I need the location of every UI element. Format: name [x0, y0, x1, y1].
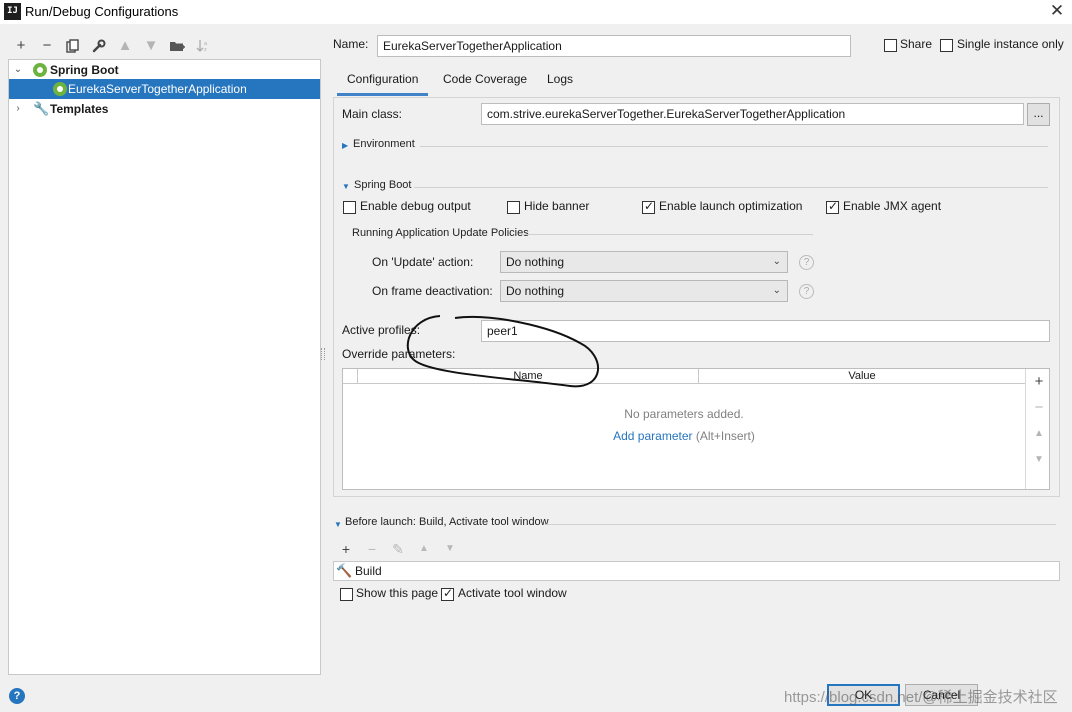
chevron-down-icon[interactable]: ⌄ — [12, 60, 24, 80]
tree-item-spring-boot[interactable]: ⌄ Spring Boot — [9, 60, 320, 80]
expand-right-icon[interactable]: ▶ — [342, 141, 348, 150]
table-corner — [343, 369, 358, 384]
sort-icon[interactable]: az — [193, 36, 213, 56]
environment-section[interactable]: Environment — [353, 138, 415, 150]
add-parameter-shortcut: (Alt+Insert) — [695, 429, 755, 443]
move-up-icon[interactable]: ▲ — [415, 540, 433, 558]
wrench-icon: 🔧 — [33, 101, 50, 116]
tab-configuration[interactable]: Configuration — [337, 66, 429, 96]
move-up-icon[interactable]: ▲ — [115, 36, 135, 56]
main-class-field[interactable]: com.strive.eurekaServerTogether.EurekaSe… — [481, 103, 1024, 125]
tree-item-label: Templates — [50, 102, 109, 116]
on-frame-deactivation-label: On frame deactivation: — [372, 284, 493, 298]
tab-code-coverage[interactable]: Code Coverage — [433, 66, 537, 96]
on-update-value: Do nothing — [506, 255, 565, 269]
collapse-down-icon[interactable]: ▼ — [334, 520, 342, 529]
hand-drawn-circle-annotation — [406, 315, 599, 388]
single-instance-label: Single instance only — [957, 37, 1064, 51]
on-update-label: On 'Update' action: — [372, 255, 474, 269]
new-folder-icon[interactable] — [167, 36, 187, 56]
update-policies-title: Running Application Update Policies — [352, 227, 529, 239]
table-side-divider — [1025, 369, 1026, 489]
divider — [420, 146, 1048, 147]
svg-text:z: z — [204, 47, 207, 53]
add-parameter-link[interactable]: Add parameter — [613, 429, 692, 443]
enable-jmx-agent-checkbox[interactable] — [826, 199, 839, 214]
chevron-right-icon[interactable]: › — [12, 99, 24, 119]
before-launch-section[interactable]: Before launch: Build, Activate tool wind… — [345, 516, 549, 528]
show-this-page-label: Show this page — [356, 586, 439, 600]
show-this-page-checkbox[interactable] — [340, 588, 353, 601]
spring-boot-app-icon — [53, 82, 67, 96]
edit-pencil-icon[interactable]: ✎ — [389, 540, 407, 558]
move-down-icon[interactable]: ▼ — [141, 36, 161, 56]
enable-jmx-agent-label: Enable JMX agent — [843, 199, 942, 213]
share-checkbox[interactable] — [884, 39, 897, 52]
activate-tool-window-label: Activate tool window — [458, 586, 567, 600]
hide-banner-checkbox[interactable] — [507, 201, 520, 214]
enable-launch-optimization-checkbox[interactable] — [642, 199, 655, 214]
watermark: https://blog.csdn.net/@稀土掘金技术社区 — [784, 689, 1058, 706]
enable-debug-output-checkbox[interactable] — [343, 201, 356, 214]
share-label: Share — [900, 37, 933, 51]
splitter-handle[interactable] — [321, 348, 325, 360]
help-icon[interactable]: ? — [799, 255, 814, 270]
enable-debug-output-label: Enable debug output — [360, 199, 471, 213]
remove-icon[interactable]: − — [37, 36, 57, 56]
on-frame-deactivation-value: Do nothing — [506, 284, 565, 298]
move-up-icon[interactable]: ▲ — [1031, 426, 1047, 442]
add-icon[interactable]: + — [11, 36, 31, 56]
copy-icon[interactable] — [63, 36, 83, 56]
collapse-down-icon[interactable]: ▼ — [342, 182, 350, 191]
name-label: Name: — [333, 37, 369, 51]
title-bar: IJ Run/Debug Configurations ✕ — [0, 0, 1072, 24]
help-icon[interactable]: ? — [799, 284, 814, 299]
enable-launch-optimization-label: Enable launch optimization — [659, 199, 803, 213]
name-field[interactable]: EurekaServerTogetherApplication — [377, 35, 851, 57]
tree-item-templates[interactable]: › 🔧 Templates — [9, 99, 320, 119]
wrench-icon[interactable] — [89, 36, 109, 56]
tree-item-app-config[interactable]: EurekaServerTogetherApplication — [9, 79, 320, 99]
intellij-app-icon: IJ — [4, 3, 21, 20]
move-down-icon[interactable]: ▼ — [1031, 452, 1047, 468]
empty-table-text: No parameters added. — [624, 407, 744, 421]
tab-logs[interactable]: Logs — [537, 66, 583, 96]
configurations-tree[interactable]: ⌄ Spring Boot EurekaServerTogetherApplic… — [8, 59, 321, 675]
add-parameter-row: Add parameter (Alt+Insert) — [343, 429, 1025, 443]
chevron-down-icon: ⌄ — [772, 256, 781, 267]
help-icon[interactable]: ? — [9, 688, 25, 704]
before-launch-item-build[interactable]: Build — [355, 564, 382, 578]
hide-banner-label: Hide banner — [524, 199, 590, 213]
before-launch-list[interactable]: 🔨 Build — [333, 561, 1060, 581]
hammer-icon: 🔨 — [336, 563, 353, 578]
divider — [522, 234, 813, 235]
divider — [414, 187, 1048, 188]
tree-item-label: Spring Boot — [50, 63, 119, 77]
chevron-down-icon: ⌄ — [772, 285, 781, 296]
on-update-select[interactable]: Do nothing ⌄ — [500, 251, 788, 273]
remove-icon[interactable]: − — [363, 540, 381, 558]
single-instance-checkbox[interactable] — [940, 39, 953, 52]
add-icon[interactable]: + — [337, 540, 355, 558]
close-icon[interactable]: ✕ — [1047, 1, 1067, 21]
browse-button[interactable]: ... — [1027, 103, 1050, 126]
column-header-value[interactable]: Value — [699, 369, 1025, 384]
add-parameter-icon[interactable]: + — [1031, 374, 1047, 390]
spring-boot-section[interactable]: Spring Boot — [354, 179, 411, 191]
activate-tool-window-checkbox[interactable] — [441, 586, 454, 601]
window-title: Run/Debug Configurations — [25, 4, 179, 19]
on-frame-deactivation-select[interactable]: Do nothing ⌄ — [500, 280, 788, 302]
main-class-label: Main class: — [342, 107, 403, 121]
move-down-icon[interactable]: ▼ — [441, 540, 459, 558]
remove-parameter-icon[interactable]: − — [1031, 400, 1047, 416]
divider — [546, 524, 1056, 525]
tree-item-label: EurekaServerTogetherApplication — [68, 82, 247, 96]
spring-boot-icon — [33, 63, 47, 77]
